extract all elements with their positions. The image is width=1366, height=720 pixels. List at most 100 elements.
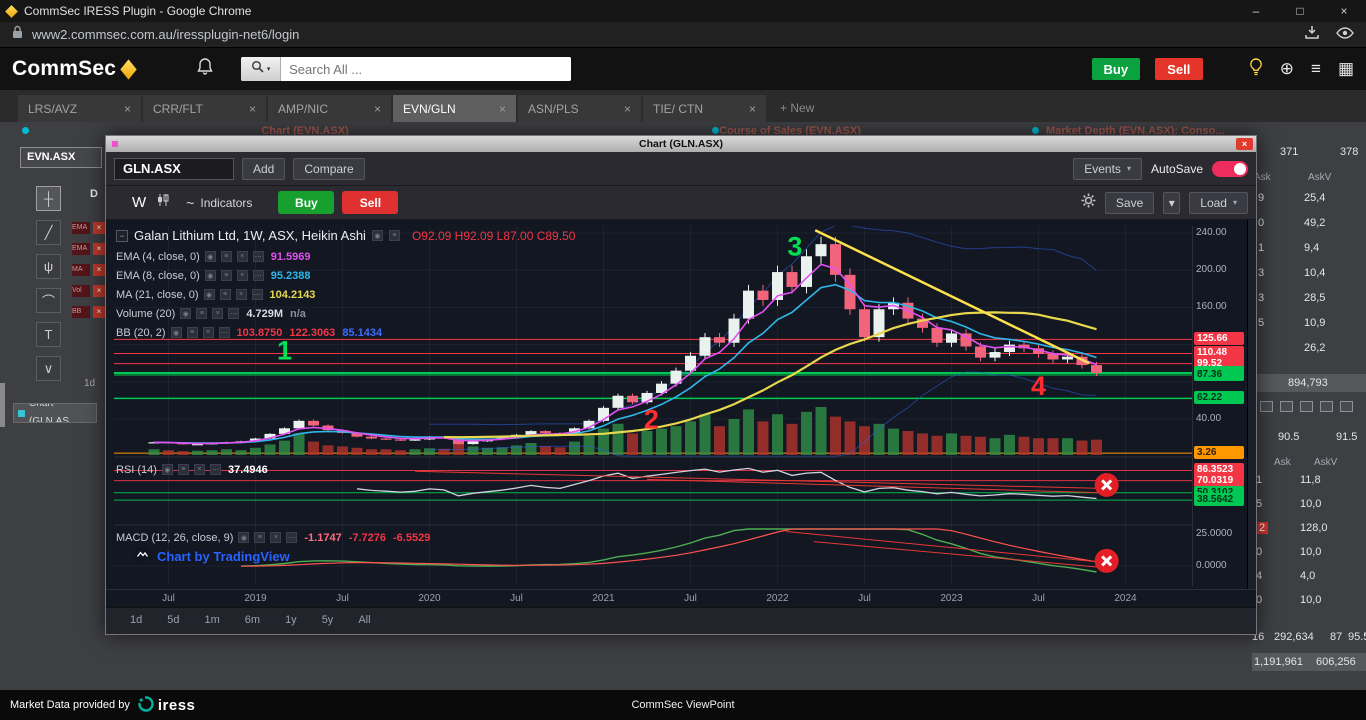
notifications-bell-icon[interactable]: [197, 58, 213, 81]
indicators-button[interactable]: ~ Indicators: [186, 195, 252, 211]
settings-gear-icon[interactable]: [1081, 193, 1096, 213]
search-scope-button[interactable]: ▾: [241, 57, 281, 81]
download-icon[interactable]: [1304, 24, 1320, 45]
background-symbol-box[interactable]: EVN.ASX: [20, 147, 102, 168]
range-button-All[interactable]: All: [358, 614, 370, 626]
drawing-tool-button[interactable]: ╱: [36, 220, 61, 245]
annotation-1[interactable]: 1: [277, 335, 292, 365]
drawing-tool-button[interactable]: ┼: [36, 186, 61, 211]
tab-close-icon[interactable]: ×: [124, 102, 131, 116]
depth-row[interactable]: 2128,0: [1252, 522, 1366, 544]
delete-icon[interactable]: ×: [93, 306, 105, 318]
panel-tool-icon[interactable]: [1260, 401, 1273, 412]
taskbar-window-tab[interactable]: Chart (GLN.AS: [13, 403, 97, 423]
depth-row[interactable]: 310,4: [1252, 267, 1366, 289]
annotation-3[interactable]: 3: [787, 231, 802, 261]
depth-row[interactable]: 328,5: [1252, 292, 1366, 314]
price-scale[interactable]: 240.00200.00160.0040.00125.66110.4899.52…: [1192, 226, 1249, 586]
depth-row[interactable]: 111,8: [1252, 474, 1366, 496]
add-button[interactable]: Add: [242, 158, 285, 180]
symbol-input[interactable]: GLN.ASX: [114, 158, 234, 180]
depth-row[interactable]: 510,9: [1252, 317, 1366, 339]
load-dropdown[interactable]: Load ▾: [1189, 192, 1248, 214]
tab-close-icon[interactable]: ×: [499, 102, 506, 116]
range-button-1y[interactable]: 1y: [285, 614, 297, 626]
annotation-2[interactable]: 2: [644, 404, 659, 434]
panel-tool-icon[interactable]: [1340, 401, 1353, 412]
workspace-tab[interactable]: LRS/AVZ×: [18, 95, 141, 122]
depth-row[interactable]: 26,2: [1252, 342, 1366, 364]
rsi-trendline-drawing[interactable]: [647, 479, 1111, 493]
panel-tool-icon[interactable]: [1280, 401, 1293, 412]
depth-row[interactable]: 44,0: [1252, 570, 1366, 592]
close-button[interactable]: ×: [1322, 0, 1366, 22]
background-range-label[interactable]: 1d: [84, 378, 95, 389]
sell-button[interactable]: Sell: [342, 191, 398, 214]
drawing-tool-button[interactable]: T: [36, 322, 61, 347]
remove-drawing-button[interactable]: [1095, 473, 1119, 497]
minimize-button[interactable]: –: [1234, 0, 1278, 22]
delete-icon[interactable]: ×: [93, 285, 105, 297]
delete-icon[interactable]: ×: [93, 222, 105, 234]
chart-type-icon[interactable]: [156, 193, 170, 212]
workspace-tab[interactable]: CRR/FLT×: [143, 95, 266, 122]
tab-close-icon[interactable]: ×: [374, 102, 381, 116]
delete-icon[interactable]: ×: [93, 243, 105, 255]
time-axis[interactable]: Jul2019Jul2020Jul2021Jul2022Jul2023Jul20…: [106, 589, 1256, 607]
annotation-4[interactable]: 4: [1031, 371, 1046, 401]
workspace-tab[interactable]: TIE/ CTN×: [643, 95, 766, 122]
menu-icon[interactable]: ≡: [1311, 59, 1321, 79]
drawing-tool-button[interactable]: ψ: [36, 254, 61, 279]
maximize-button[interactable]: □: [1278, 0, 1322, 22]
macd-trendline-drawing[interactable]: [786, 531, 1101, 562]
eye-icon[interactable]: [1336, 26, 1354, 44]
scrollbar-thumb[interactable]: [0, 383, 5, 427]
background-interval-label[interactable]: D: [90, 188, 98, 200]
depth-row[interactable]: 010,0: [1252, 546, 1366, 568]
trendline-drawing[interactable]: [815, 230, 1089, 363]
close-window-button[interactable]: ×: [1236, 138, 1253, 150]
chart-area[interactable]: 1 2 3 4 240.00200.00160.0040.00125.66110.48…: [106, 220, 1256, 589]
url-text[interactable]: www2.commsec.com.au/iressplugin-net6/log…: [32, 27, 299, 42]
range-button-1d[interactable]: 1d: [130, 614, 142, 626]
save-options-button[interactable]: ▾: [1163, 192, 1180, 214]
depth-row[interactable]: 510,0: [1252, 498, 1366, 520]
search-input[interactable]: [281, 57, 571, 81]
chart-window-titlebar[interactable]: Chart (GLN.ASX) ×: [106, 136, 1256, 152]
header-buy-button[interactable]: Buy: [1092, 58, 1140, 80]
workspace-tab[interactable]: AMP/NIC×: [268, 95, 391, 122]
workspace-tab[interactable]: EVN/GLN×: [393, 95, 516, 122]
new-tab-button[interactable]: + New: [780, 95, 814, 122]
events-dropdown[interactable]: Events ▾: [1073, 158, 1142, 180]
range-button-5d[interactable]: 5d: [167, 614, 179, 626]
autosave-toggle[interactable]: [1212, 161, 1248, 177]
lightbulb-icon[interactable]: [1249, 58, 1263, 81]
tab-close-icon[interactable]: ×: [749, 102, 756, 116]
header-sell-button[interactable]: Sell: [1155, 58, 1203, 80]
rsi-trendline-drawing[interactable]: [415, 471, 1111, 488]
drawing-tool-button[interactable]: ⌒: [36, 288, 61, 313]
save-button[interactable]: Save: [1105, 192, 1154, 214]
add-circle-icon[interactable]: ⊕: [1280, 59, 1294, 79]
interval-button[interactable]: W: [132, 194, 146, 211]
buy-button[interactable]: Buy: [278, 191, 334, 214]
remove-drawing-button[interactable]: [1095, 549, 1119, 573]
price-chart-canvas[interactable]: 1 2 3 4: [114, 226, 1192, 586]
range-button-1m[interactable]: 1m: [205, 614, 220, 626]
depth-row[interactable]: 010,0: [1252, 594, 1366, 616]
compare-button[interactable]: Compare: [293, 158, 364, 180]
tab-close-icon[interactable]: ×: [624, 102, 631, 116]
depth-row[interactable]: 925,4: [1252, 192, 1366, 214]
range-button-6m[interactable]: 6m: [245, 614, 260, 626]
panel-tool-icon[interactable]: [1320, 401, 1333, 412]
range-button-5y[interactable]: 5y: [322, 614, 334, 626]
depth-row[interactable]: 19,4: [1252, 242, 1366, 264]
drawing-tool-button[interactable]: ∨: [36, 356, 61, 381]
tab-close-icon[interactable]: ×: [249, 102, 256, 116]
delete-icon[interactable]: ×: [93, 264, 105, 276]
panel-tool-icon[interactable]: [1300, 401, 1313, 412]
depth-row[interactable]: 049,2: [1252, 217, 1366, 239]
apps-grid-icon[interactable]: ▦: [1338, 59, 1354, 79]
tradingview-watermark[interactable]: Chart by TradingView: [134, 546, 290, 566]
workspace-tab[interactable]: ASN/PLS×: [518, 95, 641, 122]
